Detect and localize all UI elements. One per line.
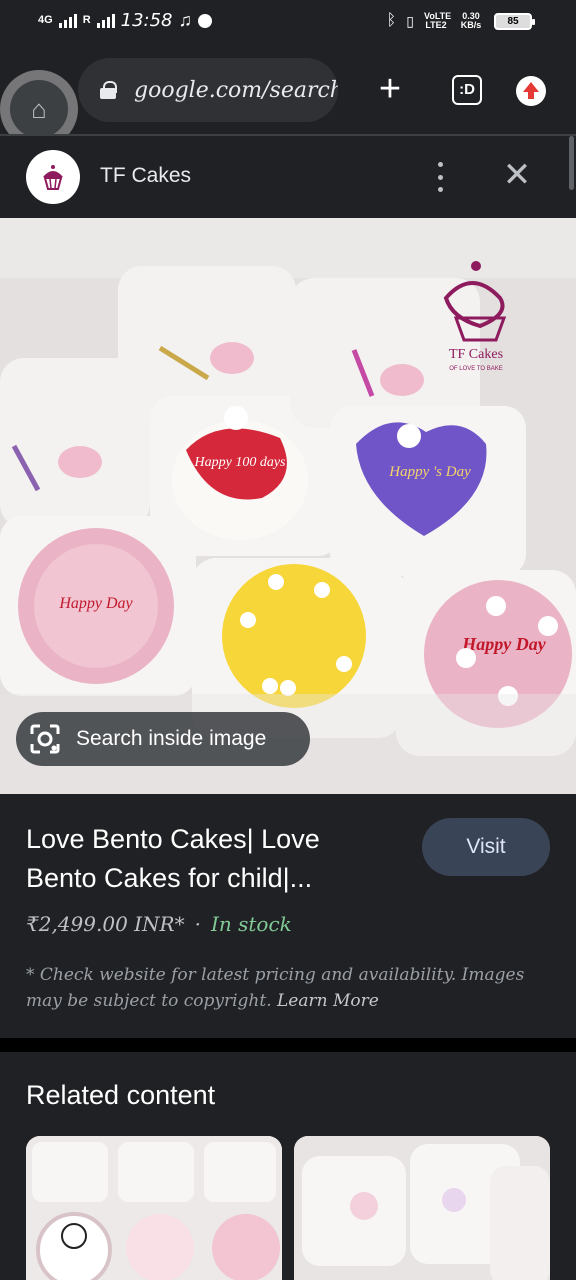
lens-icon <box>30 724 60 754</box>
product-title[interactable]: Love Bento Cakes| Love Bento Cakes for c… <box>26 820 386 898</box>
bento-cakes-illustration: Happy 100 days Happy 's Day TF Cakes OF … <box>0 218 576 794</box>
product-info: Love Bento Cakes| Love Bento Cakes for c… <box>0 794 576 1038</box>
price-row: ₹2,499.00 INR* · In stock <box>26 912 292 936</box>
related-thumbnail[interactable] <box>26 1136 282 1280</box>
music-note-icon: ♫ <box>178 10 193 30</box>
signal-2-icon <box>96 13 115 28</box>
cake-text-1: Happy 100 days <box>194 455 287 470</box>
jio-icon <box>198 13 213 28</box>
learn-more-link[interactable]: Learn More <box>277 991 379 1011</box>
scrollbar[interactable] <box>569 136 574 190</box>
update-icon[interactable] <box>516 76 546 106</box>
network-speed: 0.30 KB/s <box>458 12 484 30</box>
related-thumbnail[interactable] <box>294 1136 550 1280</box>
disclaimer-text: * Check website for latest pricing and a… <box>26 965 525 1011</box>
related-content-section: Related content <box>0 1052 576 1280</box>
more-options-icon[interactable] <box>430 162 450 192</box>
cake-text-2: Happy 's Day <box>388 464 471 480</box>
stock-status: In stock <box>210 912 292 936</box>
network-type: 4G <box>38 14 53 26</box>
logo-text: TF Cakes <box>449 347 503 362</box>
new-tab-button[interactable]: + <box>372 70 408 108</box>
logo-tagline: OF LOVE TO BAKE <box>449 366 502 372</box>
battery-icon: 85 <box>494 12 535 30</box>
close-icon[interactable]: ✕ <box>500 158 534 192</box>
clock: 13:58 <box>120 10 173 31</box>
search-inside-label: Search inside image <box>76 727 267 750</box>
speed-unit: KB/s <box>460 20 482 30</box>
source-header: TF Cakes ✕ <box>0 136 576 218</box>
disclaimer: * Check website for latest pricing and a… <box>26 962 546 1014</box>
section-divider <box>0 1038 576 1052</box>
bluetooth-icon: ᛒ <box>386 12 397 29</box>
related-image-1 <box>26 1136 282 1280</box>
price-separator: · <box>194 912 201 936</box>
status-right: ᛒ ▯ VoLTE LTE2 0.30 KB/s 85 <box>386 11 535 30</box>
cake-text-4: Happy Day <box>461 634 546 654</box>
related-content-title: Related content <box>26 1080 216 1110</box>
browser-toolbar: google.com/search + :D <box>0 44 576 136</box>
url-text: google.com/search <box>134 77 338 103</box>
visit-button[interactable]: Visit <box>422 818 550 876</box>
status-bar: 4G R 13:58 ♫ ᛒ ▯ VoLTE LTE2 0.30 KB/s 85 <box>0 0 576 44</box>
cupcake-logo-icon <box>43 165 63 190</box>
battery-level: 85 <box>507 15 519 27</box>
signal-icon <box>58 13 77 28</box>
roaming-indicator: R <box>82 14 91 26</box>
related-image-2 <box>294 1136 550 1280</box>
vibrate-icon: ▯ <box>406 12 414 29</box>
home-icon: ⌂ <box>10 80 68 138</box>
source-logo[interactable] <box>26 150 80 204</box>
price: ₹2,499.00 INR* <box>26 912 185 936</box>
source-name[interactable]: TF Cakes <box>100 164 191 188</box>
carrier-label: VoLTE LTE2 <box>424 11 452 30</box>
search-inside-image-button[interactable]: Search inside image <box>16 712 310 766</box>
cake-text-3: Happy Day <box>58 595 133 612</box>
address-bar[interactable]: google.com/search <box>78 58 338 122</box>
lock-icon <box>100 81 117 99</box>
tab-switcher-button[interactable]: :D <box>452 75 482 105</box>
product-image[interactable]: Happy 100 days Happy 's Day TF Cakes OF … <box>0 218 576 794</box>
status-left: 4G R 13:58 ♫ <box>38 10 213 31</box>
